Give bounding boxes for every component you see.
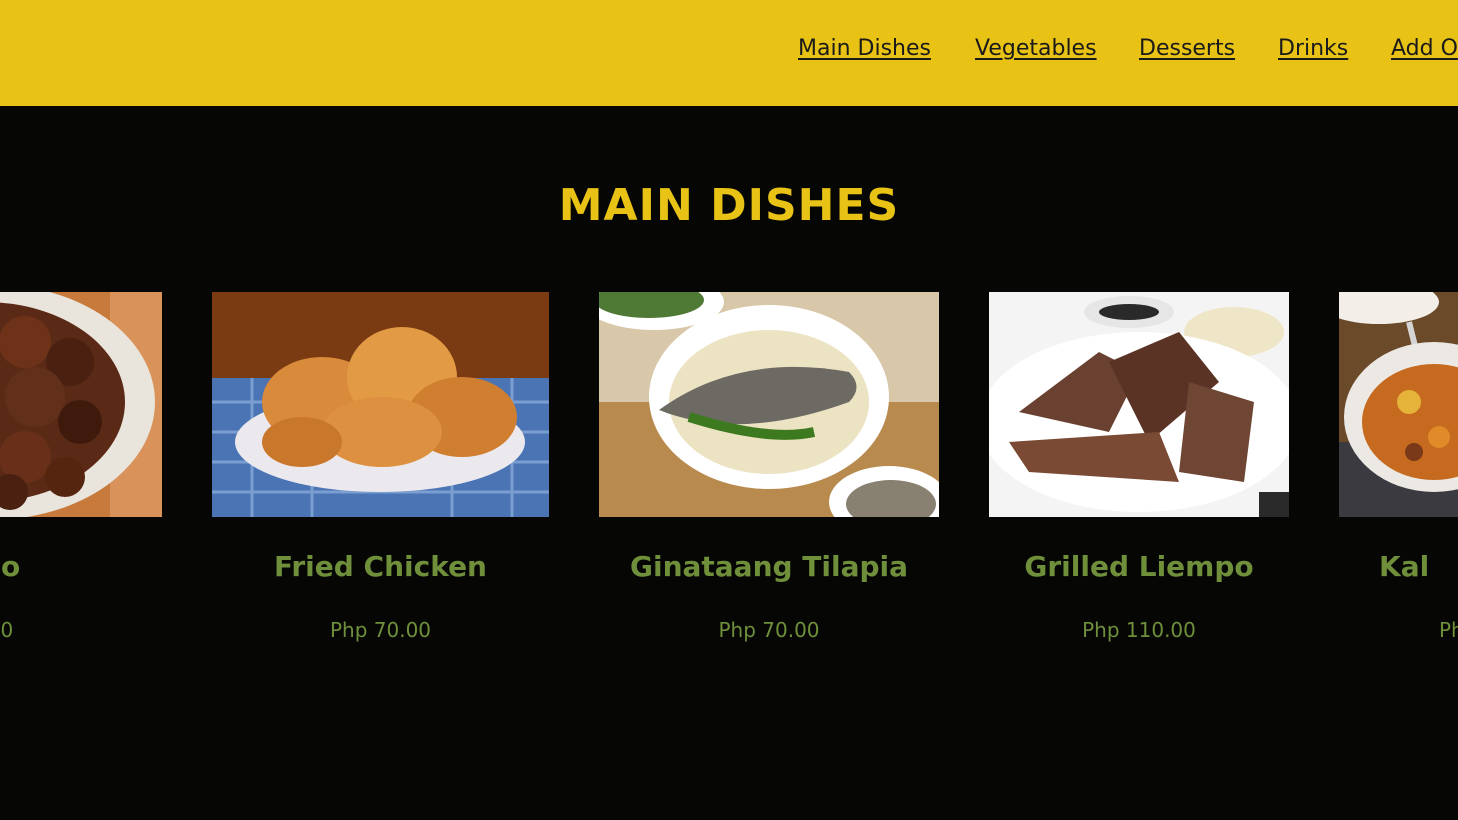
dish-name: obo	[0, 550, 21, 583]
dish-price: Ph	[1439, 618, 1458, 642]
nav-vegetables[interactable]: Vegetables	[975, 36, 1097, 61]
dish-image[interactable]	[1339, 292, 1458, 517]
nav-drinks[interactable]: Drinks	[1278, 36, 1348, 61]
dish-name: Fried Chicken	[274, 550, 487, 583]
dish-image[interactable]	[0, 292, 162, 517]
dish-image[interactable]	[599, 292, 939, 517]
dish-price: Php 110.00	[1082, 618, 1196, 642]
section-title: MAIN DISHES	[558, 180, 900, 231]
dish-price: Php 70.00	[718, 618, 820, 642]
site-header: Main Dishes Vegetables Desserts Drinks A…	[0, 0, 1458, 106]
dish-name: Ginataang Tilapia	[629, 550, 909, 583]
dish-image[interactable]	[989, 292, 1289, 517]
dish-carousel[interactable]: obo 0.00 Fried Chicken	[0, 292, 1458, 672]
dish-name: Grilled Liempo	[1024, 550, 1254, 583]
dish-image[interactable]	[212, 292, 549, 517]
nav-add-order[interactable]: Add O	[1391, 36, 1458, 61]
nav-desserts[interactable]: Desserts	[1139, 36, 1235, 61]
dish-price: Php 70.00	[329, 618, 432, 642]
dish-name: Kal	[1379, 550, 1430, 583]
nav-main-dishes[interactable]: Main Dishes	[798, 36, 931, 61]
dish-price: 0.00	[0, 618, 14, 642]
